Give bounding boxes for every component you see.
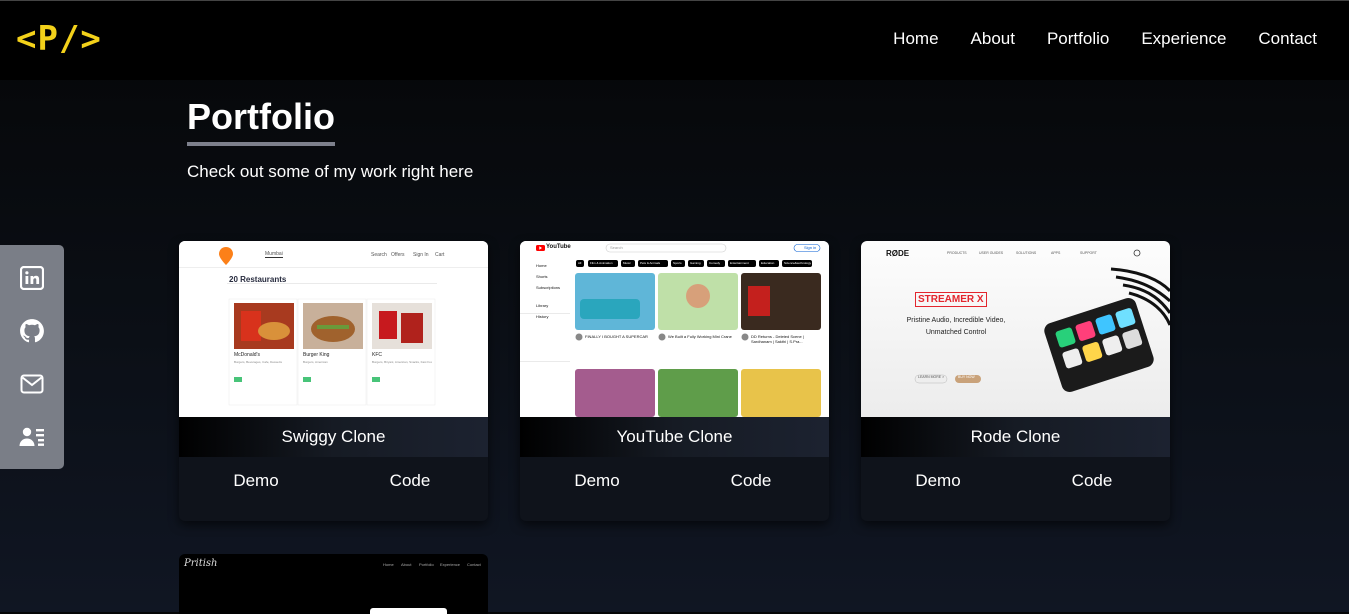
preview-yt-chip-1: All [578, 261, 582, 265]
preview-header-search: Search [371, 252, 387, 258]
preview-yt-chip-2: Film & Animation [590, 261, 613, 265]
preview-portfolio-menu-1: Home [383, 562, 394, 567]
preview-yt-chip-7: Comedy [709, 261, 721, 265]
preview-restaurant-2-cuisine: Burgers, American [303, 360, 328, 364]
preview-yt-side-subs: Subscriptions [536, 285, 561, 290]
preview-rode-menu-1: PRODUCTS [947, 251, 967, 255]
project-thumbnail-youtube[interactable]: YouTube Search Sign in Home Shorts Subsc… [520, 241, 829, 417]
project-thumbnail-swiggy[interactable]: Mumbai Search Offers Sign In Cart 20 Res… [179, 241, 488, 417]
nav-experience[interactable]: Experience [1141, 29, 1226, 49]
preview-yt-video-3: DD Returns - Deleted Scene | Sardhanam |… [751, 334, 804, 344]
nav-about[interactable]: About [971, 29, 1015, 49]
preview-rode-menu-3: SOLUTIONS [1016, 251, 1037, 255]
preview-portfolio-box [370, 608, 447, 614]
demo-button-youtube[interactable]: Demo [520, 457, 674, 505]
project-title-rode: Rode Clone [861, 417, 1170, 457]
github-icon[interactable] [18, 317, 46, 345]
preview-yt-side-home: Home [536, 263, 547, 268]
preview-location: Mumbai [265, 251, 283, 258]
preview-restaurant-3-cuisine: Burgers, Biryani, American, Snacks, Fast… [372, 360, 432, 364]
preview-yt-side-shorts: Shorts [536, 274, 548, 279]
preview-rode-logo: RØDE [886, 249, 910, 258]
preview-yt-side-history: History [536, 314, 549, 319]
preview-yt-chip-5: Sports [673, 261, 682, 265]
project-card-swiggy: Mumbai Search Offers Sign In Cart 20 Res… [179, 241, 488, 521]
project-card-rode: RØDE PRODUCTS USER GUIDES SOLUTIONS APPS… [861, 241, 1170, 521]
nav-links: Home About Portfolio Experience Contact [893, 29, 1317, 49]
project-card-youtube: YouTube Search Sign in Home Shorts Subsc… [520, 241, 829, 521]
preview-yt-video-2: We Built a Fully Working Mini Crane [668, 334, 732, 339]
preview-restaurant-1: McDonald's [234, 352, 260, 358]
preview-rode-headline: Pristine Audio, Incredible Video, Unmatc… [906, 317, 1006, 336]
preview-rode-learn-more: LEARN MORE > [918, 375, 945, 379]
site-logo[interactable]: <P/> [16, 15, 102, 63]
preview-restaurant-3: KFC [372, 352, 382, 358]
preview-rode-buy-now: BUY NOW [958, 375, 975, 379]
project-title-youtube: YouTube Clone [520, 417, 829, 457]
preview-yt-chip-9: Education [761, 261, 775, 265]
preview-yt-search: Search [610, 245, 623, 250]
demo-button-rode[interactable]: Demo [861, 457, 1015, 505]
nav-home[interactable]: Home [893, 29, 938, 49]
linkedin-icon[interactable] [18, 264, 46, 292]
project-actions-youtube: Demo Code [520, 457, 829, 521]
preview-rode-menu-2: USER GUIDES [979, 251, 1004, 255]
preview-heading: 20 Restaurants [229, 275, 287, 284]
page-subtitle: Check out some of my work right here [187, 162, 474, 181]
preview-yt-chip-4: Pets & Animals [640, 261, 661, 265]
social-links-bar [0, 245, 64, 469]
mail-icon[interactable] [18, 370, 46, 398]
navbar: <P/> Home About Portfolio Experience Con… [0, 1, 1349, 80]
preview-header-offers: Offers [391, 252, 405, 258]
preview-portfolio-brand: Pritish [184, 558, 218, 569]
nav-contact[interactable]: Contact [1258, 29, 1317, 49]
preview-portfolio-menu-2: About [401, 562, 412, 567]
preview-rode-product: STREAMER X [915, 292, 987, 307]
code-button-youtube[interactable]: Code [674, 457, 828, 505]
code-button-swiggy[interactable]: Code [333, 457, 487, 505]
preview-yt-side-library: Library [536, 303, 549, 308]
code-button-rode[interactable]: Code [1015, 457, 1169, 505]
preview-portfolio-menu-3: Portfolio [419, 562, 434, 567]
preview-restaurant-1-cuisine: Burgers, Beverages, Cafe, Desserts [234, 360, 283, 364]
project-card-portfolio[interactable]: Pritish Home About Portfolio Experience … [179, 554, 488, 614]
preview-yt-video-1: FINALLY I BOUGHT A SUPERCAR [585, 334, 648, 339]
project-actions-swiggy: Demo Code [179, 457, 488, 521]
project-title-swiggy: Swiggy Clone [179, 417, 488, 457]
preview-rode-menu-4: APPS [1051, 251, 1061, 255]
preview-rode-menu-5: SUPPORT [1080, 251, 1097, 255]
project-actions-rode: Demo Code [861, 457, 1170, 521]
preview-header-cart: Cart [435, 252, 445, 258]
preview-restaurant-2: Burger King [303, 352, 330, 358]
preview-yt-chip-10: Science&technology [784, 261, 812, 265]
preview-yt-chip-6: Gaming [690, 261, 701, 265]
preview-header-signin: Sign In [413, 252, 429, 258]
preview-portfolio-menu-5: Contact [467, 562, 481, 567]
preview-yt-chip-8: Entertainment [730, 261, 749, 265]
preview-yt-chip-3: Music [623, 261, 631, 265]
preview-yt-logo: YouTube [546, 244, 571, 250]
project-thumbnail-rode[interactable]: RØDE PRODUCTS USER GUIDES SOLUTIONS APPS… [861, 241, 1170, 417]
preview-portfolio-menu-4: Experience [440, 562, 461, 567]
page-title: Portfolio [187, 96, 335, 146]
resume-icon[interactable] [18, 423, 46, 451]
nav-portfolio[interactable]: Portfolio [1047, 29, 1109, 49]
preview-yt-signin: Sign in [804, 245, 817, 250]
demo-button-swiggy[interactable]: Demo [179, 457, 333, 505]
